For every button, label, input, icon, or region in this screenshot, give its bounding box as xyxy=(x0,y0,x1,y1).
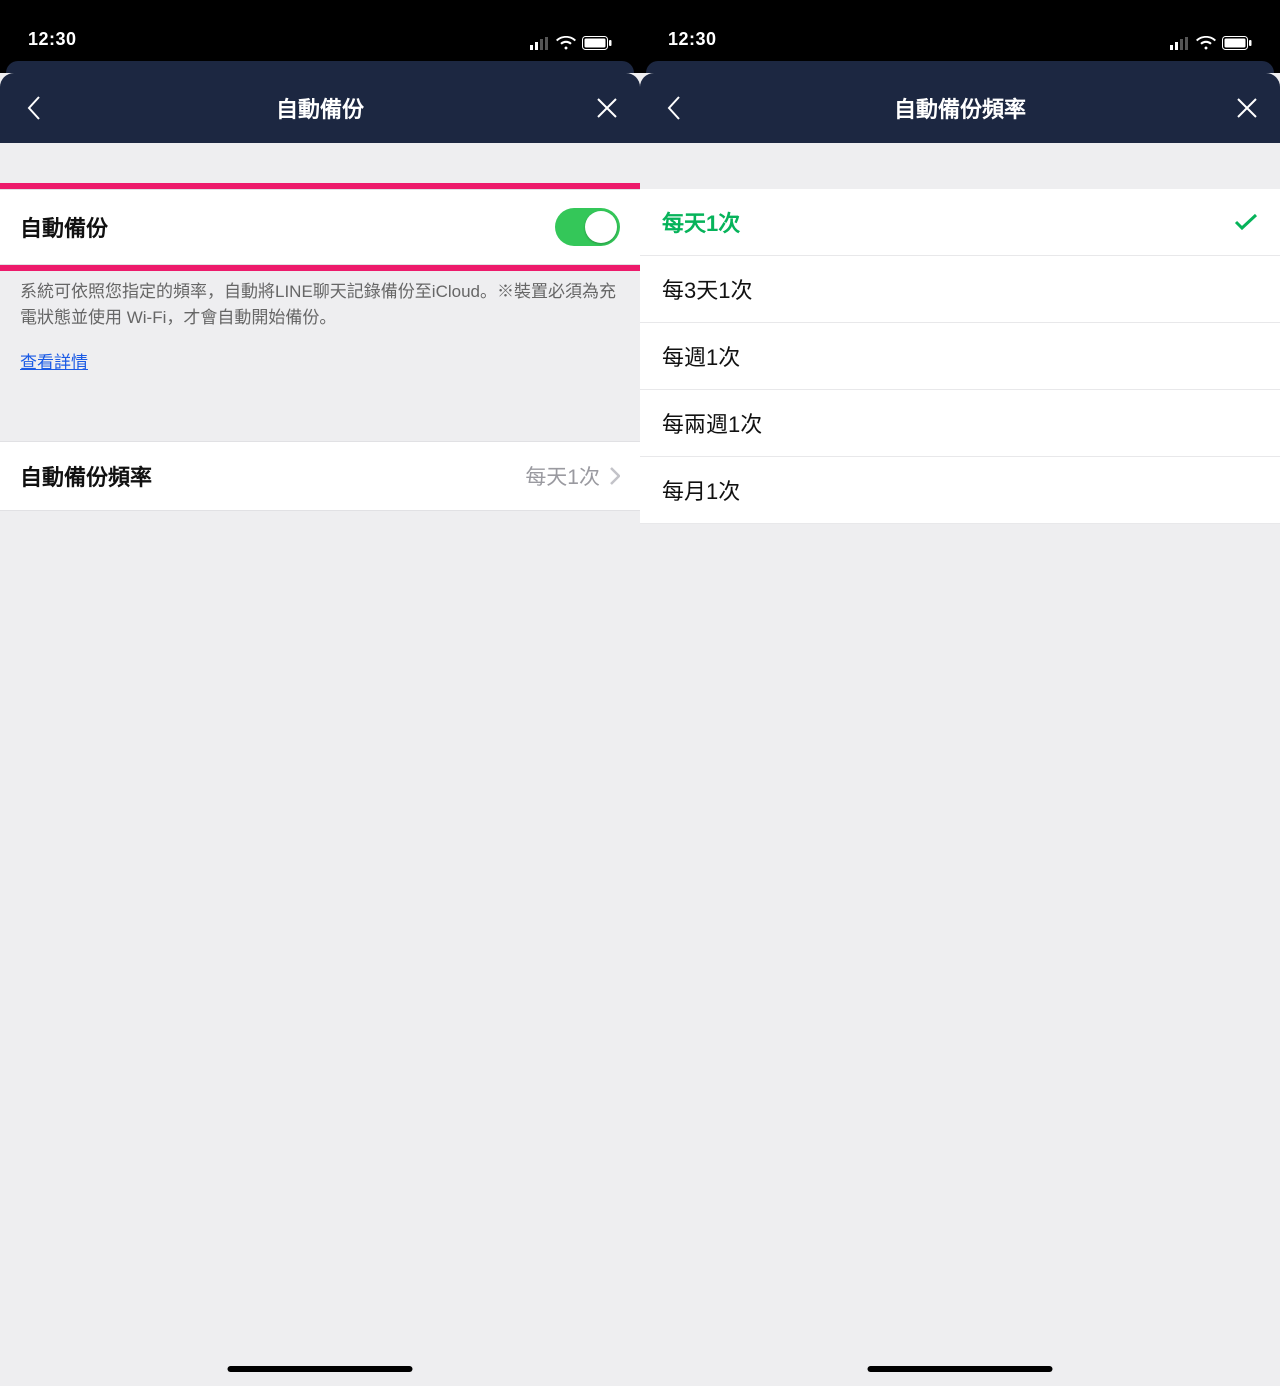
content: 自動備份 系統可依照您指定的頻率，自動將LINE聊天記錄備份至iCloud。※裝… xyxy=(0,143,640,1386)
home-indicator[interactable] xyxy=(228,1366,413,1372)
nav-bar: 自動備份頻率 xyxy=(640,73,1280,143)
cellular-icon xyxy=(530,37,550,50)
status-bar: 12:30 xyxy=(640,0,1280,55)
check-icon xyxy=(1234,213,1258,231)
frequency-option-label: 每兩週1次 xyxy=(662,407,762,439)
frequency-option[interactable]: 每兩週1次 xyxy=(640,390,1280,457)
details-link[interactable]: 查看詳情 xyxy=(0,330,108,391)
status-time: 12:30 xyxy=(668,29,717,50)
nav-bar: 自動備份 xyxy=(0,73,640,143)
status-icons xyxy=(530,36,612,50)
close-icon xyxy=(596,97,618,119)
close-icon xyxy=(1236,97,1258,119)
auto-backup-label: 自動備份 xyxy=(20,211,108,243)
frequency-option-label: 每天1次 xyxy=(662,206,740,238)
status-bar: 12:30 xyxy=(0,0,640,55)
chevron-left-icon xyxy=(666,95,681,121)
close-button[interactable] xyxy=(592,97,622,119)
auto-backup-toggle-row[interactable]: 自動備份 xyxy=(0,189,640,265)
page-title: 自動備份頻率 xyxy=(688,92,1232,124)
back-button[interactable] xyxy=(658,95,688,121)
cellular-icon xyxy=(1170,37,1190,50)
highlight-box: 自動備份 xyxy=(0,183,640,271)
frequency-option-label: 每月1次 xyxy=(662,474,740,506)
frequency-option[interactable]: 每天1次 xyxy=(640,189,1280,256)
sheet-grabber-area xyxy=(0,55,640,73)
home-indicator[interactable] xyxy=(868,1366,1053,1372)
status-time: 12:30 xyxy=(28,29,77,50)
backup-frequency-value: 每天1次 xyxy=(525,461,600,491)
battery-icon xyxy=(582,36,612,50)
frequency-option[interactable]: 每月1次 xyxy=(640,457,1280,524)
backup-frequency-label: 自動備份頻率 xyxy=(20,460,152,492)
auto-backup-description: 系統可依照您指定的頻率，自動將LINE聊天記錄備份至iCloud。※裝置必須為充… xyxy=(0,265,640,330)
backup-frequency-row[interactable]: 自動備份頻率 每天1次 xyxy=(0,441,640,511)
page-title: 自動備份 xyxy=(48,92,592,124)
frequency-option[interactable]: 每3天1次 xyxy=(640,256,1280,323)
battery-icon xyxy=(1222,36,1252,50)
close-button[interactable] xyxy=(1232,97,1262,119)
wifi-icon xyxy=(556,36,576,50)
frequency-option-list: 每天1次每3天1次每週1次每兩週1次每月1次 xyxy=(640,189,1280,524)
phone-screen-auto-backup: 12:30 自動備份 自動備份 系統可依照您指定的頻率，自動將LINE聊天記錄備… xyxy=(0,0,640,1386)
status-icons xyxy=(1170,36,1252,50)
frequency-option-label: 每3天1次 xyxy=(662,273,752,305)
auto-backup-toggle[interactable] xyxy=(555,208,620,246)
content: 每天1次每3天1次每週1次每兩週1次每月1次 xyxy=(640,143,1280,1386)
sheet-grabber-area xyxy=(640,55,1280,73)
back-button[interactable] xyxy=(18,95,48,121)
frequency-option-label: 每週1次 xyxy=(662,340,740,372)
wifi-icon xyxy=(1196,36,1216,50)
frequency-option[interactable]: 每週1次 xyxy=(640,323,1280,390)
chevron-left-icon xyxy=(26,95,41,121)
chevron-right-icon xyxy=(610,467,620,485)
phone-screen-frequency: 12:30 自動備份頻率 每天1次每3天1次每週1次每兩週1次每月1次 xyxy=(640,0,1280,1386)
